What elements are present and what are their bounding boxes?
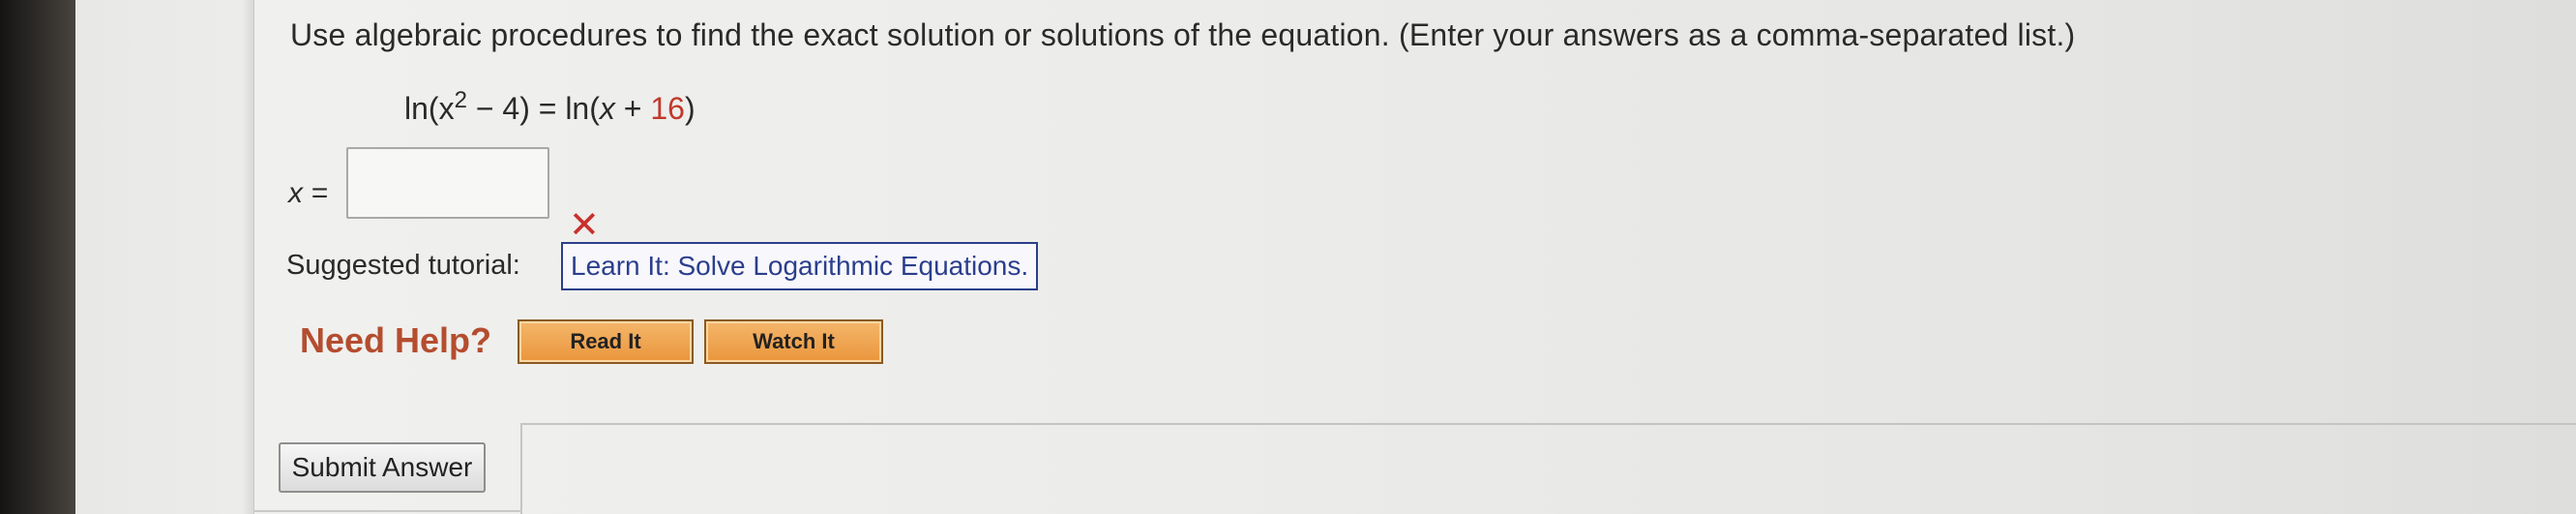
- equation: ln(x2 − 4) = ln(x + 16): [404, 87, 696, 127]
- panel-bottom-border: [253, 510, 522, 512]
- screen-bezel: [0, 0, 75, 514]
- read-it-button[interactable]: Read It: [518, 319, 694, 364]
- equation-constant: 16: [650, 91, 685, 126]
- equation-plus: +: [614, 91, 651, 126]
- answer-label: x =: [288, 177, 328, 209]
- answer-input[interactable]: [346, 147, 549, 219]
- submit-answer-button[interactable]: Submit Answer: [279, 442, 486, 493]
- equation-variable: x: [599, 91, 615, 126]
- x-mark-icon: ✕: [569, 205, 600, 246]
- watch-it-button[interactable]: Watch It: [704, 319, 883, 364]
- tutorial-link[interactable]: Learn It: Solve Logarithmic Equations.: [561, 242, 1039, 290]
- question-instruction: Use algebraic procedures to find the exa…: [290, 17, 2076, 52]
- equation-lhs-prefix: ln(x: [404, 91, 455, 126]
- submit-frame-left-border: [520, 423, 522, 514]
- equation-lhs-suffix: − 4) = ln(: [466, 91, 600, 126]
- need-help-heading: Need Help?: [300, 320, 492, 360]
- equation-exponent: 2: [454, 87, 467, 113]
- submit-frame-top-border: [520, 423, 2576, 425]
- tutorial-label: Suggested tutorial:: [286, 250, 520, 281]
- equation-close: ): [684, 91, 696, 126]
